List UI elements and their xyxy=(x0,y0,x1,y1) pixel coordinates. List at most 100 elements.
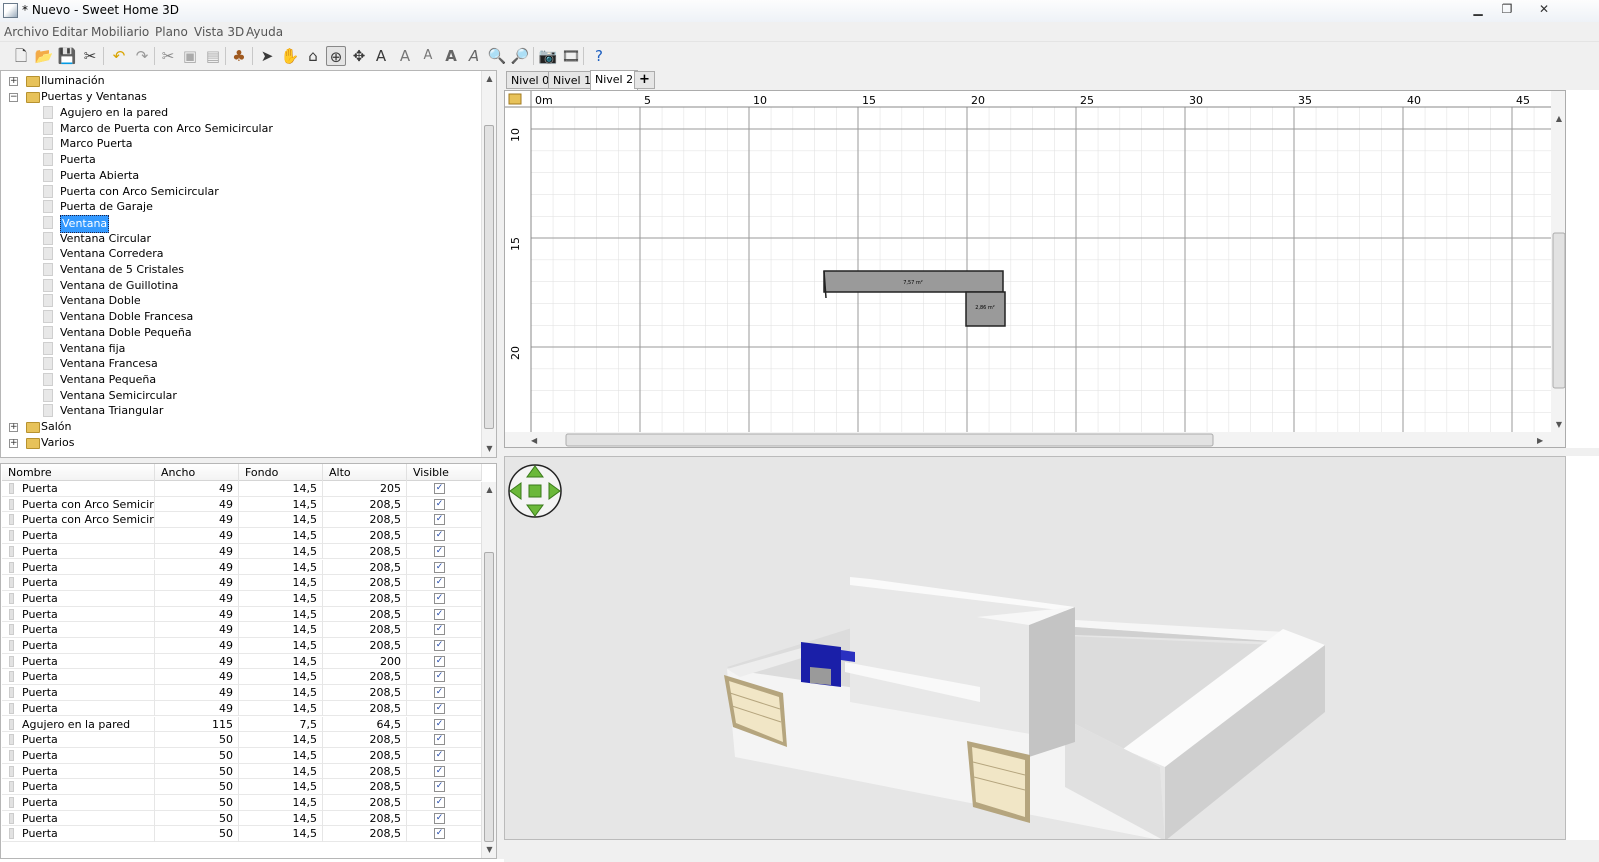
3d-canvas[interactable] xyxy=(505,457,1566,840)
create-rooms-icon[interactable]: ⊕ xyxy=(326,46,346,66)
catalog-item[interactable]: Ventana Doble xyxy=(7,293,477,309)
tab-nivel-0[interactable]: Nivel 0 xyxy=(506,71,555,89)
table-row[interactable]: Puerta 50 14,5 208,5 ✓ xyxy=(2,826,482,843)
menu-archivo[interactable]: Archivo xyxy=(4,25,49,39)
visible-checkbox[interactable]: ✓ xyxy=(434,671,445,683)
table-row[interactable]: Puerta 49 14,5 208,5 ✓ xyxy=(2,590,482,607)
visible-checkbox[interactable]: ✓ xyxy=(434,514,445,526)
visible-checkbox[interactable]: ✓ xyxy=(434,577,445,589)
table-scrollbar[interactable]: ▲ ▼ xyxy=(481,482,496,858)
tab-nivel-2[interactable]: Nivel 2 xyxy=(590,70,639,90)
catalog-item[interactable]: Marco Puerta xyxy=(7,136,477,152)
table-row[interactable]: Puerta 49 14,5 208,5 ✓ xyxy=(2,543,482,560)
table-row[interactable]: Puerta con Arco Semicirc...4914,5208,5 ✓ xyxy=(2,496,482,513)
3d-view[interactable] xyxy=(504,456,1566,840)
catalog-item[interactable]: Ventana fija xyxy=(7,341,477,357)
splitter-horizontal[interactable] xyxy=(504,448,1599,456)
table-row[interactable]: Puerta 50 14,5 208,5 ✓ xyxy=(2,747,482,764)
catalog-scrollbar[interactable]: ▲ ▼ xyxy=(481,71,496,457)
menu-ayuda[interactable]: Ayuda xyxy=(246,25,283,39)
plan-view[interactable]: 0m 5 10 15 20 25 30 35 40 45 10 15 20 7,57 m² 2,86 … xyxy=(504,90,1566,448)
tree-category[interactable]: + Salón xyxy=(7,419,477,435)
visible-checkbox[interactable]: ✓ xyxy=(434,624,445,636)
create-dimensions-icon[interactable]: ✥ xyxy=(349,46,369,66)
menu-mobiliario[interactable]: Mobiliario xyxy=(91,25,149,39)
preferences-icon[interactable]: ✂ xyxy=(80,46,100,66)
visible-checkbox[interactable]: ✓ xyxy=(434,592,445,604)
catalog-item[interactable]: Ventana Doble Pequeña xyxy=(7,325,477,341)
table-row[interactable]: Puerta 50 14,5 208,5 ✓ xyxy=(2,810,482,827)
catalog-item[interactable]: Ventana Triangular xyxy=(7,403,477,419)
catalog-item[interactable]: Ventana de Guillotina xyxy=(7,278,477,294)
catalog-item[interactable]: Ventana xyxy=(7,214,477,233)
table-row[interactable]: Puerta 49 14,5 208,5 ✓ xyxy=(2,669,482,686)
plan-hscroll-thumb[interactable] xyxy=(565,433,1214,447)
column-ancho[interactable]: Ancho xyxy=(155,464,239,481)
undo-icon[interactable]: ↶ xyxy=(109,46,129,66)
scrollbar-thumb[interactable] xyxy=(484,125,494,429)
scroll-right-icon[interactable]: ▶ xyxy=(1537,436,1544,445)
tree-category[interactable]: − Puertas y Ventanas xyxy=(7,89,477,105)
catalog-item[interactable]: Puerta con Arco Semicircular xyxy=(7,184,477,200)
catalog-item[interactable]: Ventana Francesa xyxy=(7,356,477,372)
column-nombre[interactable]: Nombre xyxy=(2,464,155,481)
add-level-icon[interactable]: + xyxy=(634,71,655,89)
catalog-item[interactable]: Puerta de Garaje xyxy=(7,199,477,215)
visible-checkbox[interactable]: ✓ xyxy=(434,498,445,510)
navigation-arrows-icon[interactable] xyxy=(508,464,562,518)
table-row[interactable]: Puerta 49 14,5 208,5 ✓ xyxy=(2,575,482,591)
close-icon[interactable]: ✕ xyxy=(1529,1,1559,18)
visible-checkbox[interactable]: ✓ xyxy=(434,702,445,714)
table-row[interactable]: Puerta 49 14,5 208,5 ✓ xyxy=(2,622,482,638)
scroll-up-icon[interactable]: ▲ xyxy=(482,71,497,86)
menu-vista-3d[interactable]: Vista 3D xyxy=(194,25,244,39)
help-icon[interactable]: ? xyxy=(589,46,609,66)
table-row[interactable]: Puerta 50 14,5 208,5 ✓ xyxy=(2,763,482,780)
table-row[interactable]: Puerta 50 14,5 208,5 ✓ xyxy=(2,795,482,811)
scroll-down-icon[interactable]: ▼ xyxy=(482,441,497,456)
column-alto[interactable]: Alto xyxy=(323,464,407,481)
visible-checkbox[interactable]: ✓ xyxy=(434,812,445,824)
plan-vscroll-thumb[interactable] xyxy=(1552,232,1565,389)
table-row[interactable]: Puerta 49 14,5 200 ✓ xyxy=(2,653,482,670)
expand-icon[interactable]: + xyxy=(9,423,18,432)
scrollbar-thumb[interactable] xyxy=(484,552,494,842)
catalog-item[interactable]: Ventana Doble Francesa xyxy=(7,309,477,325)
minimize-icon[interactable]: ▁ xyxy=(1464,1,1492,18)
table-row[interactable]: Puerta 49 14,5 205 ✓ xyxy=(2,481,482,497)
cut-icon[interactable]: ✂ xyxy=(158,46,178,66)
scroll-left-icon[interactable]: ◀ xyxy=(531,436,538,445)
visible-checkbox[interactable]: ✓ xyxy=(434,687,445,699)
create-walls-icon[interactable]: ⌂ xyxy=(303,46,323,66)
restore-icon[interactable]: ❐ xyxy=(1493,1,1521,18)
visible-checkbox[interactable]: ✓ xyxy=(434,655,445,667)
visible-checkbox[interactable]: ✓ xyxy=(434,718,445,730)
expand-icon[interactable]: + xyxy=(9,77,18,86)
create-video-icon[interactable]: 🎞 xyxy=(561,46,581,66)
table-row[interactable]: Puerta 49 14,5 208,5 ✓ xyxy=(2,700,482,717)
visible-checkbox[interactable]: ✓ xyxy=(434,828,445,840)
zoom-out-icon[interactable]: 🔎 xyxy=(510,46,530,66)
menu-editar[interactable]: Editar xyxy=(52,25,88,39)
decrease-text-icon[interactable]: A xyxy=(418,46,438,66)
add-text-icon[interactable]: A xyxy=(371,46,391,66)
create-photo-icon[interactable]: 📷 xyxy=(538,46,558,66)
paste-icon[interactable]: ▤ xyxy=(203,46,223,66)
table-row[interactable]: Puerta 49 14,5 208,5 ✓ xyxy=(2,638,482,654)
catalog-item[interactable]: Ventana de 5 Cristales xyxy=(7,262,477,278)
copy-icon[interactable]: ▣ xyxy=(180,46,200,66)
italic-text-icon[interactable]: A xyxy=(464,46,484,66)
redo-icon[interactable]: ↷ xyxy=(132,46,152,66)
catalog-item[interactable]: Ventana Circular xyxy=(7,231,477,247)
visible-checkbox[interactable]: ✓ xyxy=(434,561,445,573)
visible-checkbox[interactable]: ✓ xyxy=(434,734,445,746)
visible-checkbox[interactable]: ✓ xyxy=(434,483,445,494)
scroll-up-icon[interactable]: ▲ xyxy=(1556,114,1563,123)
zoom-in-icon[interactable]: 🔍 xyxy=(487,46,507,66)
new-icon[interactable]: 🗋 xyxy=(11,46,31,66)
increase-text-icon[interactable]: A xyxy=(395,46,415,66)
tree-category[interactable]: + Varios xyxy=(7,435,477,451)
catalog-item[interactable]: Puerta xyxy=(7,152,477,168)
expand-icon[interactable]: + xyxy=(9,439,18,448)
visible-checkbox[interactable]: ✓ xyxy=(434,765,445,777)
